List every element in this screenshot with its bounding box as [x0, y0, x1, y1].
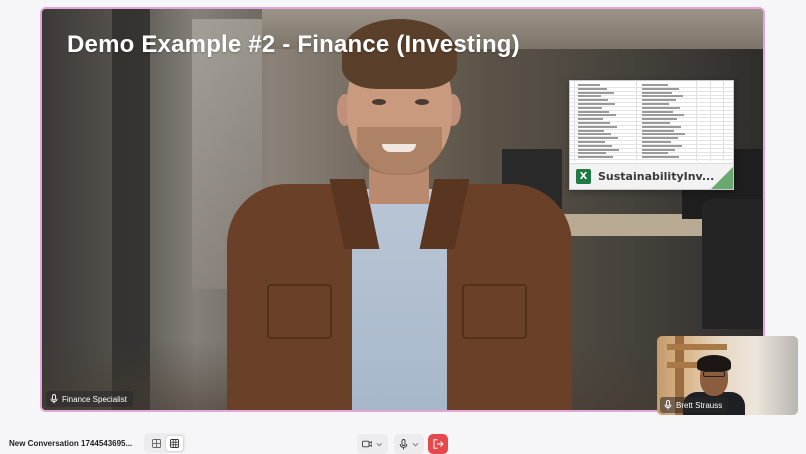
spreadsheet-cell: [578, 106, 602, 109]
spreadsheet-cell: [578, 118, 603, 121]
self-hair: [697, 355, 731, 371]
shared-file-name: SustainabilityInv...: [598, 170, 715, 183]
spreadsheet-cell: [578, 84, 600, 86]
spreadsheet-cell: [642, 110, 673, 113]
spreadsheet-row: [570, 156, 733, 161]
spreadsheet-cell: [642, 106, 680, 109]
speaker-layout-button[interactable]: [148, 436, 165, 451]
layout-switcher: [144, 433, 186, 453]
spreadsheet-cell: [642, 84, 668, 86]
microphone-icon: [664, 400, 672, 410]
spreadsheet-cell: [642, 114, 684, 117]
excel-icon: X: [576, 169, 591, 184]
spreadsheet-cell: [642, 122, 670, 124]
spreadsheet-cell: [642, 141, 671, 143]
shared-spreadsheet-preview[interactable]: X SustainabilityInv...: [569, 80, 734, 190]
grid-layout-icon: [169, 438, 179, 448]
conversation-title: New Conversation 1744543695...: [9, 439, 133, 448]
spreadsheet-cell: [642, 156, 679, 159]
spreadsheet-cell: [578, 137, 618, 140]
microphone-icon: [50, 394, 58, 404]
spreadsheet-cell: [642, 137, 678, 140]
spreadsheet-cell: [642, 144, 682, 147]
spreadsheet-footer: X SustainabilityInv...: [570, 163, 733, 189]
spreadsheet-cell: [578, 103, 615, 105]
grid-layout-button[interactable]: [165, 435, 183, 451]
spreadsheet-cell: [578, 156, 613, 159]
camera-control[interactable]: [357, 434, 388, 454]
spreadsheet-cell: [578, 144, 612, 147]
spreadsheet-cell: [642, 152, 668, 155]
speaker-name: Finance Specialist: [62, 394, 127, 404]
spreadsheet-cell: [642, 99, 676, 102]
spreadsheet-cell: [578, 148, 619, 151]
leave-call-button[interactable]: [428, 434, 448, 454]
spreadsheet-cell: [578, 110, 609, 113]
spreadsheet-cell: [578, 95, 601, 98]
call-toolbar: New Conversation 1744543695...: [0, 426, 806, 454]
spreadsheet-cell: [642, 103, 669, 105]
speaker-person: [187, 9, 607, 410]
self-video-tile[interactable]: Brett Strauss: [657, 336, 798, 415]
camera-icon: [362, 440, 373, 448]
bed-rail: [667, 344, 727, 350]
spreadsheet-grid: [570, 81, 733, 161]
chevron-down-icon[interactable]: [412, 442, 419, 447]
pocket-left: [267, 284, 332, 339]
spreadsheet-cell: [578, 99, 608, 102]
spreadsheet-cell: [578, 141, 605, 143]
spreadsheet-cell: [642, 133, 685, 136]
video-call-window: Demo Example #2 - Finance (Investing) X …: [0, 0, 806, 454]
page-curl-corner: [711, 167, 733, 189]
eye-left: [372, 99, 386, 105]
mouth: [382, 144, 416, 152]
spreadsheet-cell: [642, 148, 675, 151]
microphone-control[interactable]: [394, 434, 424, 454]
self-glasses: [703, 371, 725, 377]
self-name-tag: Brett Strauss: [660, 397, 729, 413]
spreadsheet-cell: [642, 91, 672, 94]
spreadsheet-cell: [578, 122, 610, 124]
spreadsheet-cell: [642, 87, 679, 90]
spreadsheet-cell: [642, 125, 681, 128]
pocket-right: [462, 284, 527, 339]
spreadsheet-cell: [642, 95, 683, 98]
self-name: Brett Strauss: [676, 400, 723, 410]
eye-right: [415, 99, 429, 105]
spreadsheet-cell: [578, 133, 611, 136]
spreadsheet-cell: [578, 152, 606, 155]
background-chair: [702, 199, 763, 329]
spreadsheet-cell: [578, 91, 614, 94]
speaker-layout-icon: [151, 438, 161, 448]
slide-title: Demo Example #2 - Finance (Investing): [67, 31, 520, 58]
microphone-icon: [399, 438, 408, 449]
spreadsheet-cell: [578, 129, 604, 132]
chevron-down-icon[interactable]: [376, 442, 383, 447]
speaker-name-tag: Finance Specialist: [46, 391, 133, 407]
spreadsheet-cell: [578, 114, 616, 117]
spreadsheet-cell: [578, 125, 617, 128]
spreadsheet-cell: [642, 129, 674, 132]
leave-call-icon: [433, 439, 444, 449]
spreadsheet-cell: [578, 87, 607, 90]
spreadsheet-cell: [642, 118, 677, 121]
